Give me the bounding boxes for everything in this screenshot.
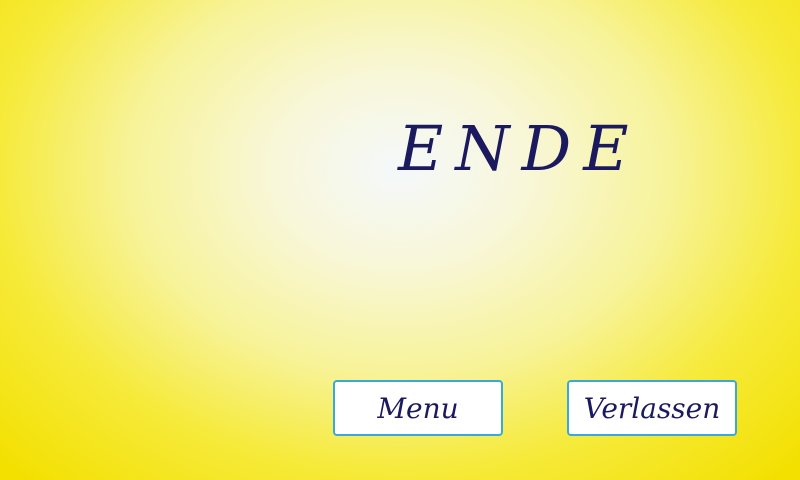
end-title: ENDE xyxy=(398,112,641,185)
quit-button[interactable]: Verlassen xyxy=(567,380,737,436)
end-screen: ENDE Menu Verlassen xyxy=(0,0,800,480)
menu-button[interactable]: Menu xyxy=(333,380,503,436)
